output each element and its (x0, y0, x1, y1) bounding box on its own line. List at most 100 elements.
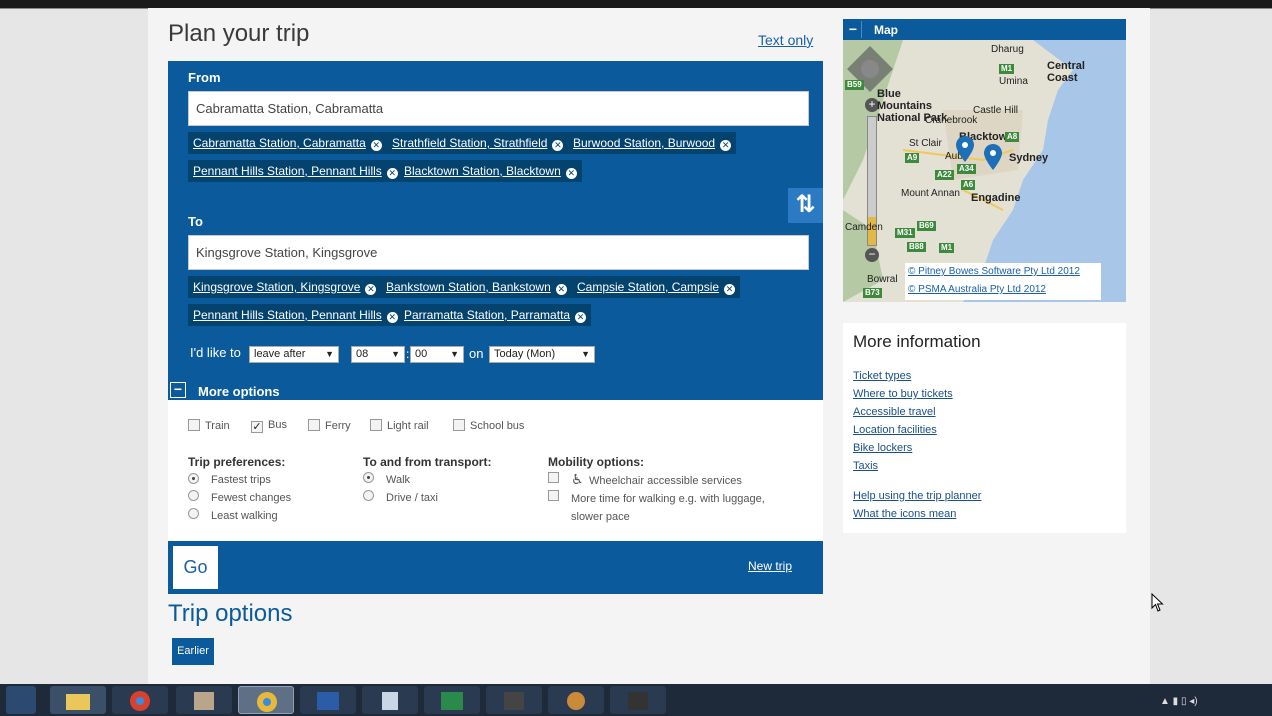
earlier-button[interactable]: Earlier (172, 638, 214, 665)
paint-icon[interactable] (176, 686, 232, 714)
media-icon[interactable] (486, 686, 542, 714)
remove-icon[interactable]: ✕ (565, 168, 577, 179)
paintbrush-icon[interactable] (548, 686, 604, 714)
train-checkbox[interactable] (188, 419, 200, 431)
hour-value: 08 (356, 348, 369, 360)
from-label: From (188, 70, 221, 85)
light-rail-checkbox[interactable] (370, 419, 382, 431)
remove-icon[interactable]: ✕ (575, 312, 587, 323)
bus-checkbox[interactable]: ✓ (251, 421, 263, 433)
fewest-changes-radio[interactable] (188, 490, 199, 501)
mode-bus[interactable]: ✓ Bus (251, 419, 287, 433)
more-options-toggle[interactable]: More options (198, 384, 280, 399)
id-like-to-label: I'd like to (190, 345, 241, 360)
remove-icon[interactable]: ✕ (724, 284, 736, 295)
info-link-taxis[interactable]: Taxis (853, 460, 878, 472)
road-shield: M31 (895, 228, 915, 238)
copyright-link[interactable]: © PSMA Australia Pty Ltd 2012 (908, 284, 1046, 295)
from-input[interactable] (188, 91, 809, 126)
from-recent-chip[interactable]: Pennant Hills Station, Pennant Hills ✕ (188, 160, 403, 182)
school-bus-checkbox[interactable] (453, 419, 465, 431)
remove-icon[interactable]: ✕ (720, 140, 732, 151)
least-walking-radio[interactable] (188, 508, 199, 519)
swap-locations-button[interactable]: ⇅ (788, 188, 823, 223)
leave-mode-select[interactable]: leave after ▼ (249, 346, 339, 363)
word-icon[interactable] (300, 686, 356, 714)
collapse-options-icon[interactable]: − (170, 382, 186, 398)
mode-train[interactable]: Train (188, 419, 230, 432)
from-recent-chip[interactable]: Burwood Station, Burwood ✕ (568, 132, 737, 154)
info-link-icons[interactable]: What the icons mean (853, 508, 956, 520)
info-link-bike-lockers[interactable]: Bike lockers (853, 442, 912, 454)
remove-icon[interactable]: ✕ (386, 168, 398, 179)
walk-radio[interactable] (363, 472, 374, 483)
chip-link[interactable]: Bankstown Station, Bankstown (386, 280, 551, 294)
from-recent-chip[interactable]: Blacktown Station, Blacktown ✕ (399, 160, 582, 182)
mode-school-bus[interactable]: School bus (453, 419, 524, 432)
mode-ferry[interactable]: Ferry (308, 419, 351, 432)
remove-icon[interactable]: ✕ (370, 140, 382, 151)
to-recent-chip[interactable]: Pennant Hills Station, Pennant Hills ✕ (188, 304, 403, 326)
new-trip-link[interactable]: New trip (748, 559, 792, 573)
to-recent-chip[interactable]: Kingsgrove Station, Kingsgrove ✕ (188, 276, 382, 298)
system-tray[interactable]: ▲ ▮ ▯ ◂) (1160, 696, 1250, 708)
chip-link[interactable]: Kingsgrove Station, Kingsgrove (193, 280, 360, 294)
more-time-checkbox[interactable] (548, 490, 559, 501)
road-shield: B73 (863, 288, 882, 298)
origin-pin-icon (956, 136, 974, 162)
chrome-icon[interactable] (238, 686, 294, 714)
hour-select[interactable]: 08 ▼ (351, 346, 405, 363)
info-link-ticket-types[interactable]: Ticket types (853, 370, 911, 382)
drive-radio[interactable] (363, 490, 374, 501)
chip-link[interactable]: Blacktown Station, Blacktown (404, 164, 561, 178)
text-only-link[interactable]: Text only (758, 32, 813, 48)
ferry-checkbox[interactable] (308, 419, 320, 431)
info-link-accessible-travel[interactable]: Accessible travel (853, 406, 936, 418)
info-link-location-facilities[interactable]: Location facilities (853, 424, 937, 436)
map-label: Central Coast (1047, 60, 1085, 84)
remove-icon[interactable]: ✕ (552, 140, 564, 151)
collapse-map-icon[interactable]: − (845, 21, 862, 38)
map-title: Map (874, 23, 898, 37)
wheelchair-checkbox[interactable] (548, 472, 559, 483)
chip-link[interactable]: Strathfield Station, Strathfield (392, 136, 547, 150)
chrome-alt-icon[interactable] (112, 686, 168, 714)
minute-value: 00 (415, 348, 428, 360)
mode-light-rail[interactable]: Light rail (370, 419, 429, 432)
map-label: Engadine (971, 192, 1021, 204)
day-select[interactable]: Today (Mon) ▼ (489, 346, 595, 363)
go-button[interactable]: Go (173, 546, 218, 589)
chip-link[interactable]: Parramatta Station, Parramatta (404, 308, 570, 322)
remove-icon[interactable]: ✕ (555, 284, 567, 295)
from-recent-chip[interactable]: Cabramatta Station, Cabramatta ✕ (188, 132, 387, 154)
to-input[interactable] (188, 235, 809, 270)
minute-select[interactable]: 00 ▼ (410, 346, 464, 363)
chip-link[interactable]: Cabramatta Station, Cabramatta (193, 136, 366, 150)
excel-icon[interactable] (424, 686, 480, 714)
chip-link[interactable]: Campsie Station, Campsie (577, 280, 719, 294)
remove-icon[interactable]: ✕ (365, 284, 377, 295)
fastest-radio[interactable] (188, 473, 199, 484)
from-recent-chip[interactable]: Strathfield Station, Strathfield ✕ (387, 132, 569, 154)
road-shield: A22 (935, 170, 954, 180)
info-link-where-to-buy[interactable]: Where to buy tickets (853, 388, 953, 400)
least-walking-label: Least walking (211, 510, 278, 522)
chip-link[interactable]: Pennant Hills Station, Pennant Hills (193, 164, 382, 178)
copyright-link[interactable]: © Pitney Bowes Software Pty Ltd 2012 (908, 266, 1080, 277)
to-recent-chip[interactable]: Bankstown Station, Bankstown ✕ (381, 276, 572, 298)
chip-link[interactable]: Burwood Station, Burwood (573, 136, 715, 150)
notepad-icon[interactable] (362, 686, 418, 714)
map-label: Mount Annan (901, 188, 960, 199)
start-icon[interactable] (6, 686, 36, 714)
to-recent-chip[interactable]: Parramatta Station, Parramatta ✕ (399, 304, 592, 326)
to-recent-chip[interactable]: Campsie Station, Campsie ✕ (572, 276, 741, 298)
video-icon[interactable] (610, 686, 666, 714)
explorer-icon[interactable] (50, 686, 106, 714)
info-link-help[interactable]: Help using the trip planner (853, 490, 981, 502)
remove-icon[interactable]: ✕ (386, 312, 398, 323)
road-shield: M1 (939, 243, 955, 253)
map-label: Bowral (867, 274, 898, 285)
window-top-edge (0, 0, 1272, 8)
zoom-out-icon[interactable]: − (865, 248, 879, 262)
chip-link[interactable]: Pennant Hills Station, Pennant Hills (193, 308, 382, 322)
